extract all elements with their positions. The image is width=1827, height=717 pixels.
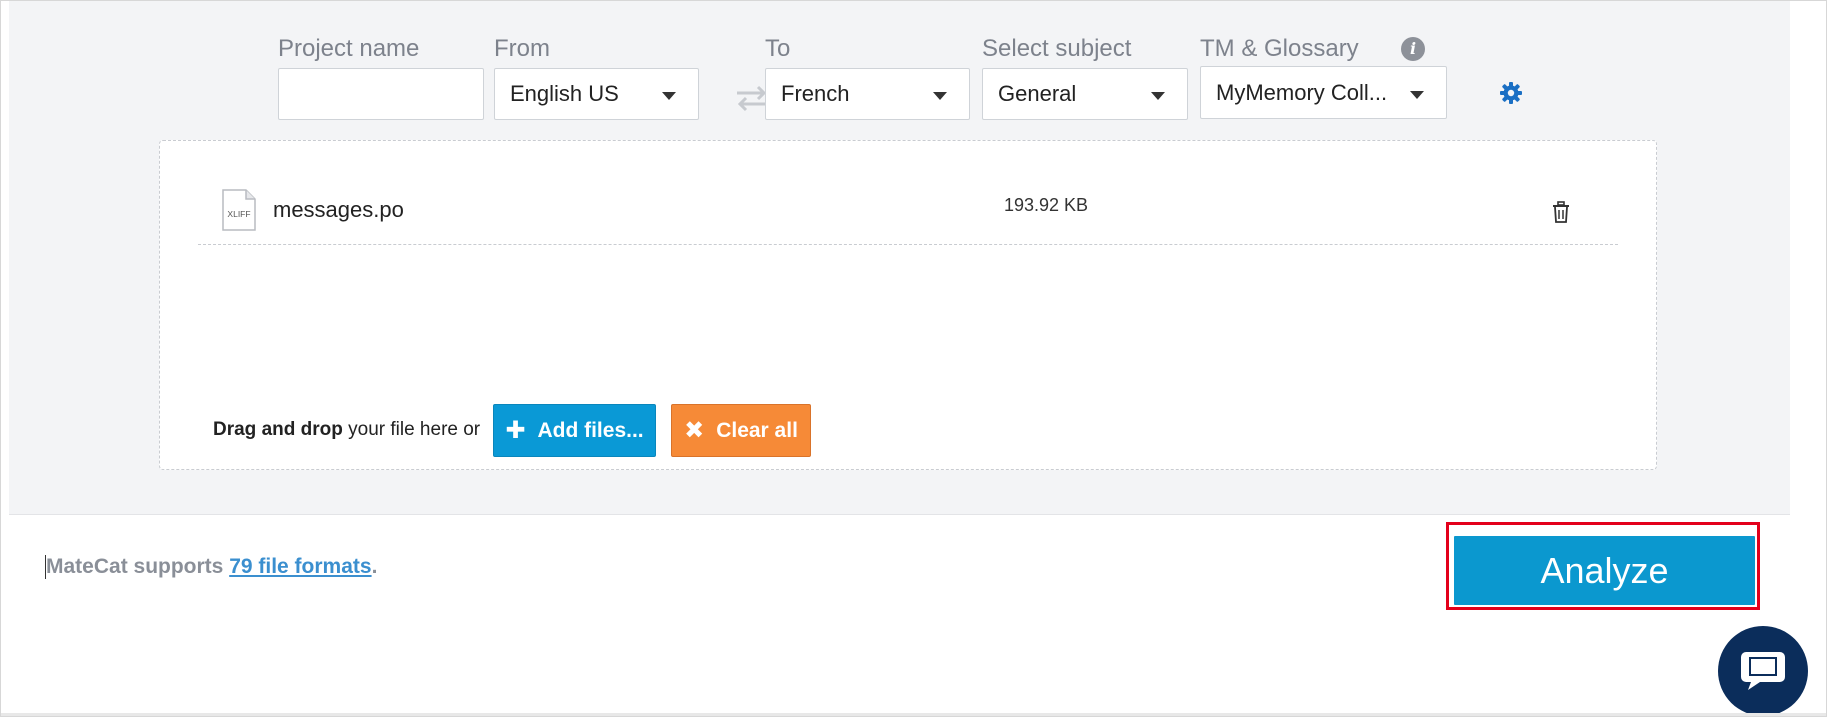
target-language-select[interactable]: French <box>765 68 970 120</box>
target-language-value: French <box>781 81 850 106</box>
chat-button[interactable] <box>1718 626 1808 716</box>
file-row: XLIFF messages.po 193.92 KB <box>198 181 1618 245</box>
from-label: From <box>494 35 550 62</box>
analyze-button[interactable]: Analyze <box>1454 536 1755 605</box>
clear-all-label: Clear all <box>716 418 798 442</box>
tm-glossary-select[interactable]: MyMemory Coll... <box>1200 66 1447 119</box>
chat-icon <box>1741 652 1785 690</box>
project-name-label: Project name <box>278 35 420 62</box>
file-name: messages.po <box>273 197 404 222</box>
drag-drop-rest: your file here or <box>342 419 481 440</box>
info-icon[interactable]: i <box>1401 37 1425 61</box>
close-icon: ✖ <box>684 417 705 444</box>
clear-all-button[interactable]: ✖ Clear all <box>671 404 811 457</box>
plus-icon: ✚ <box>505 417 526 444</box>
subject-label: Select subject <box>982 35 1132 62</box>
source-language-value: English US <box>510 81 619 106</box>
chevron-down-icon <box>933 92 947 100</box>
source-language-select[interactable]: English US <box>494 68 699 120</box>
supported-formats-text: MateCat supports 79 file formats. <box>45 555 377 579</box>
page: Project name From English US To French S… <box>0 0 1827 717</box>
chevron-down-icon <box>1151 92 1165 100</box>
file-dropzone[interactable]: XLIFF messages.po 193.92 KB Drag and dro… <box>159 140 1657 470</box>
supports-prefix: MateCat supports <box>46 555 230 578</box>
subject-value: General <box>998 81 1077 106</box>
chevron-down-icon <box>1410 90 1424 99</box>
file-size: 193.92 KB <box>1004 195 1089 215</box>
add-files-label: Add files... <box>537 418 644 442</box>
tm-glossary-label: TM & Glossary <box>1200 35 1359 62</box>
xliff-file-icon: XLIFF <box>222 189 256 231</box>
project-name-input[interactable] <box>278 68 484 120</box>
to-label: To <box>765 35 791 62</box>
subject-select[interactable]: General <box>982 68 1188 120</box>
bottom-edge <box>1 713 1826 716</box>
supports-suffix: . <box>371 555 378 578</box>
trash-icon[interactable] <box>1552 201 1570 223</box>
add-files-button[interactable]: ✚ Add files... <box>493 404 656 457</box>
tm-glossary-value: MyMemory Coll... <box>1216 79 1388 105</box>
drag-drop-bold: Drag and drop <box>213 419 343 440</box>
upload-panel: Project name From English US To French S… <box>9 1 1790 515</box>
gear-icon[interactable] <box>1499 81 1523 105</box>
chevron-down-icon <box>662 92 676 100</box>
file-formats-link[interactable]: 79 file formats <box>229 555 371 578</box>
file-type-badge: XLIFF <box>227 209 250 219</box>
drag-drop-instructions: Drag and drop your file here or <box>213 419 480 441</box>
